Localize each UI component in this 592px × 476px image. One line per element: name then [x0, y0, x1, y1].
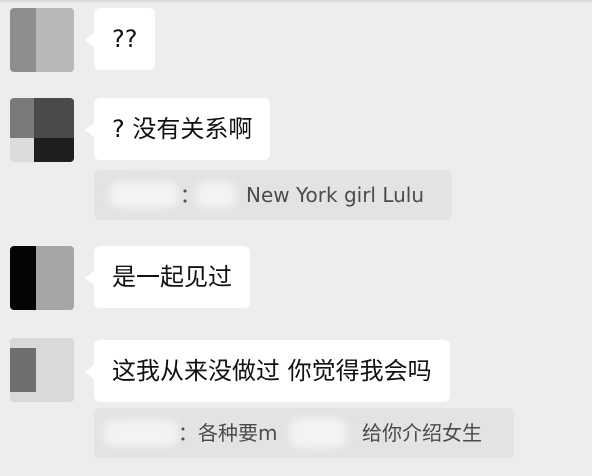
top-divider — [0, 0, 592, 2]
avatar-pixel — [10, 98, 34, 138]
avatar[interactable] — [10, 246, 74, 310]
message-text: ?? — [112, 25, 138, 53]
redacted-text — [290, 418, 346, 448]
message-bubble[interactable]: ?? — [84, 8, 156, 70]
message-bubble[interactable]: 这我从来没做过 你觉得我会吗 — [85, 340, 450, 402]
redacted-text — [196, 182, 236, 208]
quoted-message[interactable]: ： 各种要m 给你介绍女生 — [94, 408, 514, 458]
avatar-pixel — [34, 98, 74, 138]
avatar-pixel — [36, 8, 74, 72]
quote-text: 给你介绍女生 — [362, 421, 482, 445]
avatar-pixel — [36, 246, 74, 310]
avatar[interactable] — [10, 338, 74, 402]
avatar-pixel — [10, 138, 34, 162]
avatar-pixel — [10, 246, 36, 310]
quote-text: New York girl Lulu — [246, 183, 425, 207]
avatar-pixel — [10, 8, 36, 72]
avatar[interactable] — [10, 98, 74, 162]
quoted-message[interactable]: ： New York girl Lulu — [94, 170, 452, 220]
quote-separator: ： — [178, 421, 198, 445]
avatar[interactable] — [10, 8, 74, 72]
message-text: ? 没有关系啊 — [112, 115, 253, 143]
avatar-pixel — [10, 348, 36, 392]
message-bubble[interactable]: ? 没有关系啊 — [84, 98, 271, 160]
redacted-name — [104, 420, 178, 446]
message-text: 这我从来没做过 你觉得我会吗 — [112, 357, 432, 385]
message-text: 是一起见过 — [112, 263, 232, 291]
quote-text: 各种要m — [198, 421, 278, 445]
avatar-pixel — [34, 138, 74, 162]
redacted-name — [110, 182, 178, 208]
message-bubble[interactable]: 是一起见过 — [85, 246, 250, 308]
